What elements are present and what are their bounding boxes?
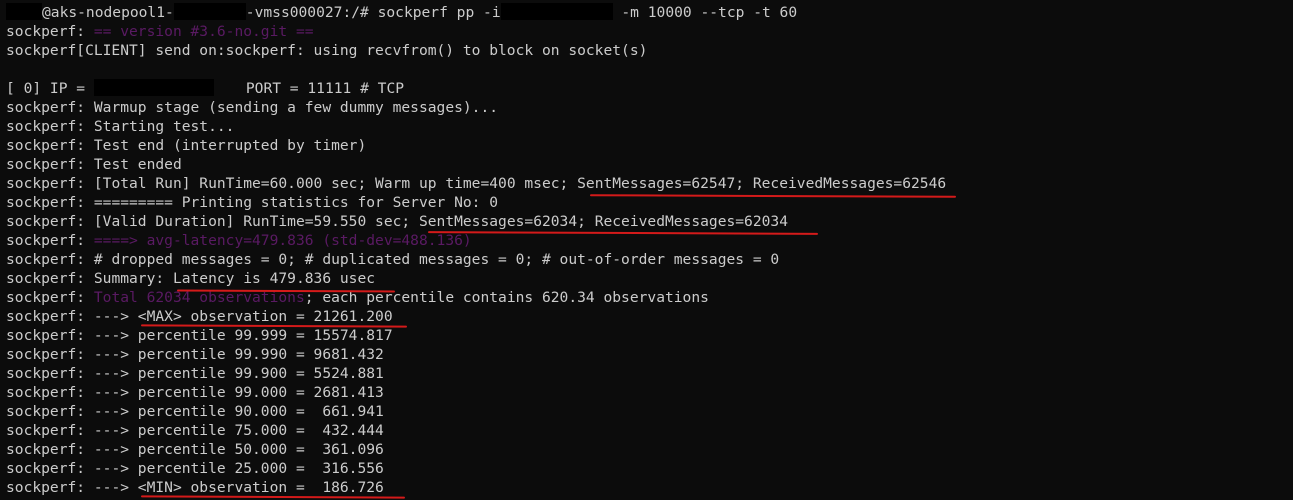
line-prefix: sockperf: [6, 118, 94, 135]
line-prefix: sockperf: [6, 194, 94, 211]
redacted-ip [500, 3, 613, 20]
percentile-line: sockperf: ---> percentile 99.990 = 9681.… [6, 345, 384, 364]
percentile-line: sockperf: ---> percentile 99.900 = 5524.… [6, 364, 384, 383]
test-ended-text: Test ended [93, 156, 182, 173]
percentile-75000: ---> percentile 75.000 = 432.444 [93, 422, 384, 439]
valid-duration-text: [Valid Duration] RunTime=59.550 sec; [93, 213, 419, 230]
line-prefix: sockperf: [6, 99, 94, 116]
line-prefix: sockperf: [6, 327, 94, 344]
test-ended-line: sockperf: Test ended [6, 155, 182, 174]
redacted-username [6, 3, 42, 20]
valid-duration-messages: SentMessages=62034; ReceivedMessages=620… [418, 213, 788, 230]
line-prefix: sockperf: [6, 308, 94, 325]
command-args: -m 10000 --tcp -t 60 [612, 4, 798, 21]
test-end-text: Test end (interrupted by timer) [93, 137, 367, 154]
summary-latency: Latency is 479.836 usec [172, 270, 376, 287]
version-line: sockperf: == version #3.6-no.git == [6, 22, 314, 41]
line-prefix: sockperf: [6, 422, 94, 439]
min-observation-line: sockperf: ---> <MIN> observation = 186.7… [6, 478, 384, 497]
ip-line: [ 0] IP = PORT = 11111 # TCP [6, 79, 404, 98]
line-prefix: sockperf: [6, 346, 94, 363]
percentile-line: sockperf: ---> percentile 99.000 = 2681.… [6, 383, 384, 402]
printing-line: sockperf: ========= Printing statistics … [6, 193, 498, 212]
line-prefix: sockperf: [6, 137, 94, 154]
summary-label: Summary: [93, 270, 173, 287]
min-observation-text: ---> <MIN> observation = 186.726 [93, 479, 384, 496]
line-prefix: sockperf: [6, 384, 94, 401]
ip-port: PORT = 11111 # TCP [245, 80, 405, 97]
percentile-99000: ---> percentile 99.000 = 2681.413 [93, 384, 384, 401]
summary-line: sockperf: Summary: Latency is 479.836 us… [6, 269, 375, 288]
percentile-line: sockperf: ---> percentile 90.000 = 661.9… [6, 402, 384, 421]
line-prefix: sockperf: [6, 365, 94, 382]
avg-latency-text: ====> avg-latency=479.836 (std-dev=488.1… [93, 232, 472, 249]
redacted-ip [93, 79, 214, 96]
percentile-line: sockperf: ---> percentile 99.999 = 15574… [6, 326, 393, 345]
valid-duration-line: sockperf: [Valid Duration] RunTime=59.55… [6, 212, 788, 231]
redacted-cluster-id [173, 3, 246, 20]
underline-annotation [427, 231, 819, 235]
prompt-host: @aks-nodepool1- [42, 4, 174, 21]
line-prefix: sockperf: [6, 213, 94, 230]
line-prefix: sockperf: [6, 441, 94, 458]
command-line: @aks-nodepool1- -vmss000027:/# sockperf p… [6, 3, 797, 22]
line-prefix: sockperf: [6, 270, 94, 287]
command-text: sockperf pp -i [377, 4, 501, 21]
total-run-line: sockperf: [Total Run] RunTime=60.000 sec… [6, 174, 946, 193]
line-prefix: sockperf: [6, 251, 94, 268]
percentile-line: sockperf: ---> percentile 50.000 = 361.0… [6, 440, 384, 459]
avg-latency-line: sockperf: ====> avg-latency=479.836 (std… [6, 231, 472, 250]
dropped-line: sockperf: # dropped messages = 0; # dupl… [6, 250, 779, 269]
starting-text: Starting test... [93, 118, 235, 135]
percentile-line: sockperf: ---> percentile 25.000 = 316.5… [6, 459, 384, 478]
test-end-line: sockperf: Test end (interrupted by timer… [6, 136, 366, 155]
line-prefix: sockperf: [6, 403, 94, 420]
line-prefix: sockperf: [6, 175, 94, 192]
printing-text: ========= Printing statistics for Server… [93, 194, 499, 211]
warmup-text: Warmup stage (sending a few dummy messag… [93, 99, 499, 116]
client-line: sockperf[CLIENT] send on:sockperf: using… [6, 42, 648, 59]
prompt-host-suffix: -vmss000027:/# [245, 4, 378, 21]
line-prefix: sockperf: [6, 23, 94, 40]
total-run-text: [Total Run] RunTime=60.000 sec; Warm up … [93, 175, 578, 192]
percentile-90000: ---> percentile 90.000 = 661.941 [93, 403, 384, 420]
max-observation-line: sockperf: ---> <MAX> observation = 21261… [6, 307, 393, 326]
percentile-line: sockperf: ---> percentile 75.000 = 432.4… [6, 421, 384, 440]
version-text: == version #3.6-no.git == [93, 23, 314, 40]
total-run-messages: SentMessages=62547; ReceivedMessages=625… [577, 175, 947, 192]
line-prefix: sockperf: [6, 232, 94, 249]
dropped-text: # dropped messages = 0; # duplicated mes… [93, 251, 780, 268]
underline-annotation [140, 495, 406, 499]
underline-annotation [589, 194, 957, 198]
percentile-99900: ---> percentile 99.900 = 5524.881 [93, 365, 384, 382]
terminal-window[interactable]: @aks-nodepool1- -vmss000027:/# sockperf p… [0, 0, 1293, 500]
warmup-line: sockperf: Warmup stage (sending a few du… [6, 98, 498, 117]
max-observation-text: ---> <MAX> observation = 21261.200 [93, 308, 393, 325]
line-prefix: sockperf: [6, 460, 94, 477]
line-prefix: sockperf: [6, 156, 94, 173]
percentile-50000: ---> percentile 50.000 = 361.096 [93, 441, 384, 458]
percentile-25000: ---> percentile 25.000 = 316.556 [93, 460, 384, 477]
line-prefix: sockperf: [6, 479, 94, 496]
starting-line: sockperf: Starting test... [6, 117, 234, 136]
percentile-99999: ---> percentile 99.999 = 15574.817 [93, 327, 393, 344]
line-prefix: sockperf: [6, 289, 94, 306]
ip-prefix: [ 0] IP = [6, 80, 94, 97]
percentile-99990: ---> percentile 99.990 = 9681.432 [93, 346, 384, 363]
